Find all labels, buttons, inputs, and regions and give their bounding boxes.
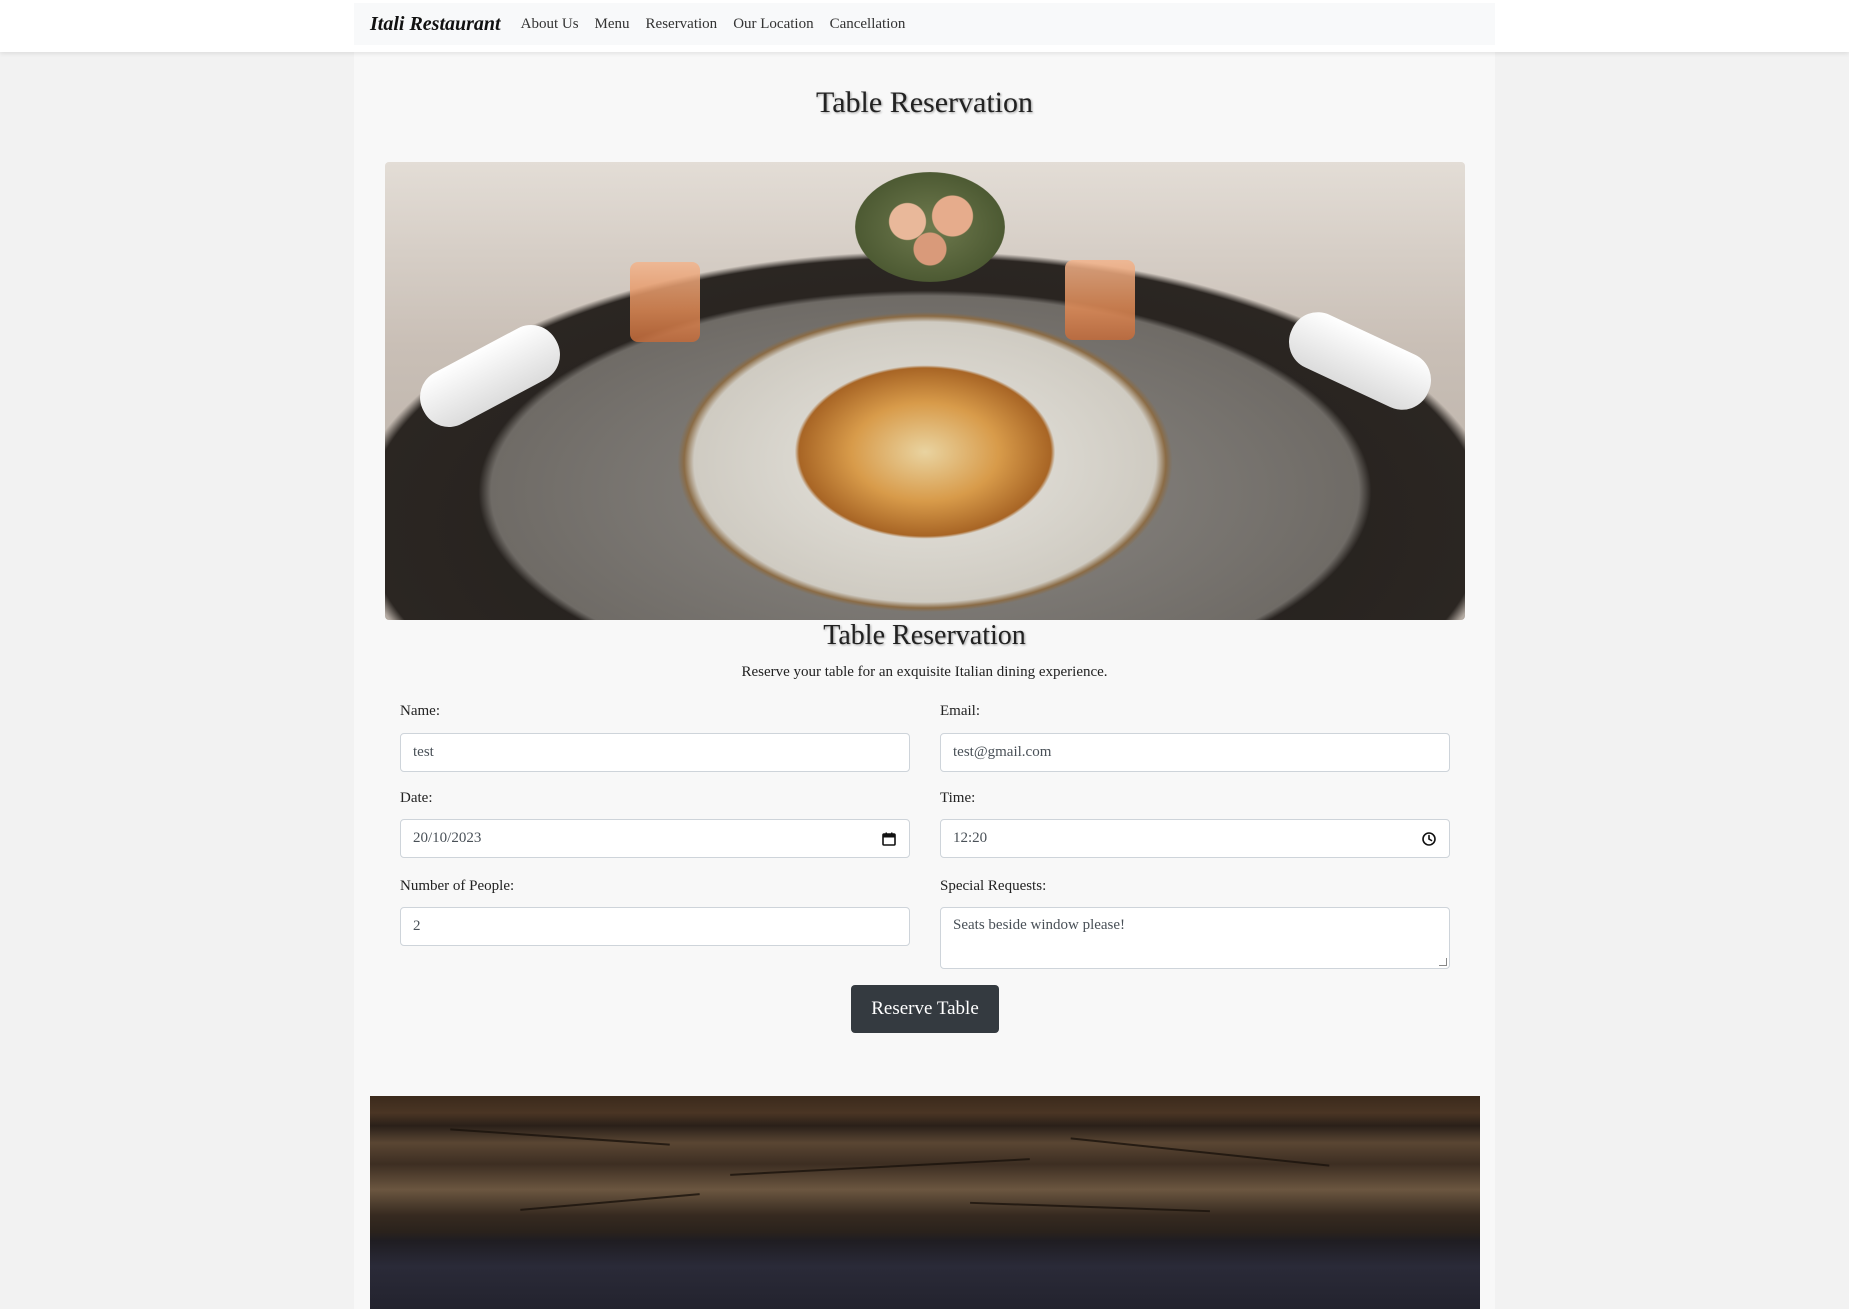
special-requests-textarea[interactable]: Seats beside window please!: [940, 907, 1450, 969]
napkin-roll-right: [1279, 303, 1441, 419]
time-input-value: 12:20: [953, 830, 988, 846]
bark-crack: [450, 1128, 670, 1146]
bark-crack: [970, 1201, 1210, 1213]
main-panel: Table Reservation Table Reservation Rese…: [354, 52, 1495, 1309]
navbar: Itali Restaurant About Us Menu Reservati…: [354, 3, 1495, 45]
nav-link-cancellation[interactable]: Cancellation: [830, 16, 906, 33]
nav-link-about-us[interactable]: About Us: [521, 16, 579, 33]
calendar-icon[interactable]: [881, 831, 897, 847]
time-input[interactable]: 12:20: [940, 819, 1450, 858]
requests-label: Special Requests:: [940, 878, 1047, 894]
page-title: Table Reservation: [816, 86, 1033, 119]
resize-grip-icon[interactable]: [1439, 958, 1447, 966]
people-label: Number of People:: [400, 878, 515, 894]
brand-logo-link[interactable]: Itali Restaurant: [370, 13, 501, 36]
date-input[interactable]: 20/10/2023: [400, 819, 910, 858]
napkin-roll-left: [410, 315, 570, 437]
name-input[interactable]: test: [400, 733, 910, 772]
clock-icon[interactable]: [1421, 831, 1437, 847]
date-input-value: 20/10/2023: [413, 830, 482, 846]
reserve-table-button[interactable]: Reserve Table: [851, 985, 999, 1033]
special-requests-value: Seats beside window please!: [953, 917, 1126, 933]
nav-link-menu[interactable]: Menu: [595, 16, 630, 33]
email-label: Email:: [940, 703, 980, 719]
navbar-strip: Itali Restaurant About Us Menu Reservati…: [0, 0, 1849, 52]
bark-crack: [1070, 1137, 1330, 1167]
bark-texture-image: [370, 1096, 1480, 1309]
flowers-centerpiece: [855, 172, 1005, 282]
time-label: Time:: [940, 790, 976, 806]
people-input[interactable]: 2: [400, 907, 910, 946]
nav-link-our-location[interactable]: Our Location: [733, 16, 813, 33]
candle-holder-left: [630, 262, 700, 342]
bark-crack: [730, 1158, 1030, 1176]
form-intro-text: Reserve your table for an exquisite Ital…: [741, 664, 1108, 680]
hero-image-pasta-dish: [385, 162, 1465, 620]
candle-holder-right: [1065, 260, 1135, 340]
form-heading: Table Reservation: [823, 620, 1026, 651]
email-input-value: test@gmail.com: [953, 744, 1052, 760]
name-label: Name:: [400, 703, 440, 719]
date-label: Date:: [400, 790, 433, 806]
email-input[interactable]: test@gmail.com: [940, 733, 1450, 772]
people-input-value: 2: [413, 918, 421, 934]
bark-crack: [520, 1193, 700, 1211]
nav-link-reservation[interactable]: Reservation: [646, 16, 718, 33]
name-input-value: test: [413, 744, 434, 760]
